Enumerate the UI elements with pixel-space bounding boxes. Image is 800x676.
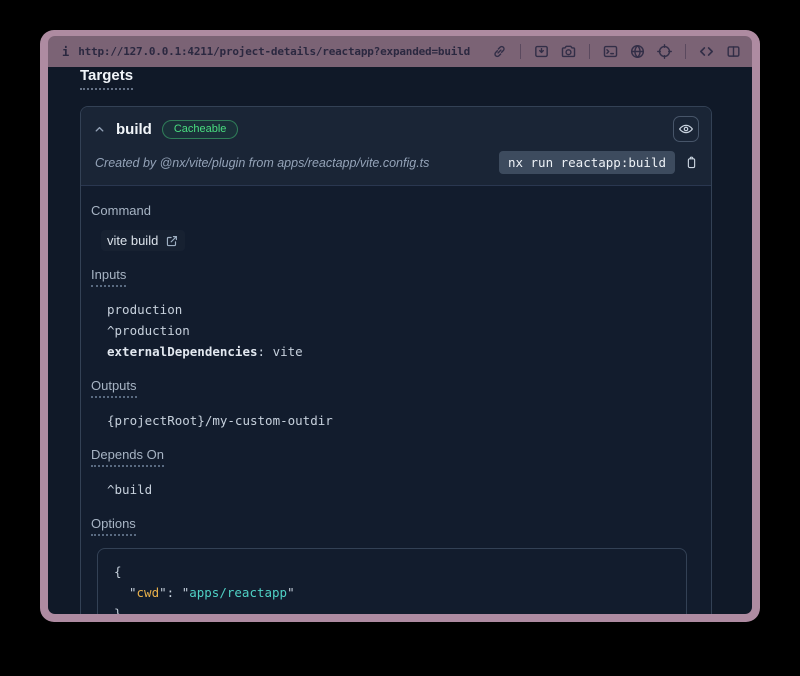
copy-icon[interactable]: [684, 155, 699, 170]
input-item-named: externalDependencies: vite: [107, 341, 687, 362]
input-item: ^production: [107, 320, 687, 341]
options-section: Options { "cwd": "apps/reactapp" }: [91, 515, 687, 614]
chevron-up-icon[interactable]: [93, 123, 106, 136]
browser-toolbar: i http://127.0.0.1:4211/project-details/…: [48, 36, 752, 67]
command-text: vite build: [107, 233, 158, 248]
inputs-label[interactable]: Inputs: [91, 267, 126, 287]
cacheable-badge: Cacheable: [162, 120, 239, 139]
crosshair-icon[interactable]: [656, 43, 673, 60]
outputs-section: Outputs {projectRoot}/my-custom-outdir: [91, 377, 687, 431]
globe-icon[interactable]: [629, 43, 646, 60]
json-open-brace: {: [114, 561, 670, 582]
json-close-brace: }: [114, 603, 670, 614]
input-item: production: [107, 299, 687, 320]
inputs-section: Inputs production ^production externalDe…: [91, 266, 687, 362]
depends-on-label[interactable]: Depends On: [91, 447, 164, 467]
camera-icon[interactable]: [560, 43, 577, 60]
build-target-title: build: [116, 121, 152, 138]
targets-heading[interactable]: Targets: [80, 67, 133, 90]
command-label: Command: [91, 203, 151, 218]
build-card-header[interactable]: build Cacheable Created by @nx/vite/plug…: [81, 107, 711, 186]
capture-save-icon[interactable]: [533, 43, 550, 60]
options-label[interactable]: Options: [91, 516, 136, 536]
toolbar-actions: [491, 43, 742, 60]
external-link-icon: [165, 234, 179, 248]
link-icon[interactable]: [491, 43, 508, 60]
depends-on-item: ^build: [107, 479, 687, 500]
output-item: {projectRoot}/my-custom-outdir: [107, 410, 687, 431]
created-by-text: Created by @nx/vite/plugin from apps/rea…: [95, 156, 499, 170]
toolbar-separator: [589, 44, 590, 59]
command-section: Command vite build: [91, 202, 687, 251]
url-bar[interactable]: http://127.0.0.1:4211/project-details/re…: [78, 45, 491, 58]
browser-window: i http://127.0.0.1:4211/project-details/…: [40, 30, 760, 622]
options-json-block: { "cwd": "apps/reactapp" }: [97, 548, 687, 614]
project-details-page: Targets build Cacheable: [48, 67, 752, 614]
toolbar-separator: [685, 44, 686, 59]
code-icon[interactable]: [698, 43, 715, 60]
depends-on-section: Depends On ^build: [91, 446, 687, 500]
view-graph-button[interactable]: [673, 116, 699, 142]
info-icon: i: [62, 45, 69, 59]
outputs-label[interactable]: Outputs: [91, 378, 137, 398]
build-card-body: Command vite build Inputs production ^pr…: [81, 186, 711, 614]
split-view-icon[interactable]: [725, 43, 742, 60]
command-value-link[interactable]: vite build: [101, 230, 185, 251]
toolbar-separator: [520, 44, 521, 59]
run-command-chip[interactable]: nx run reactapp:build: [499, 151, 675, 174]
target-card-build: build Cacheable Created by @nx/vite/plug…: [80, 106, 712, 614]
terminal-icon[interactable]: [602, 43, 619, 60]
json-property-line: "cwd": "apps/reactapp": [114, 582, 670, 603]
